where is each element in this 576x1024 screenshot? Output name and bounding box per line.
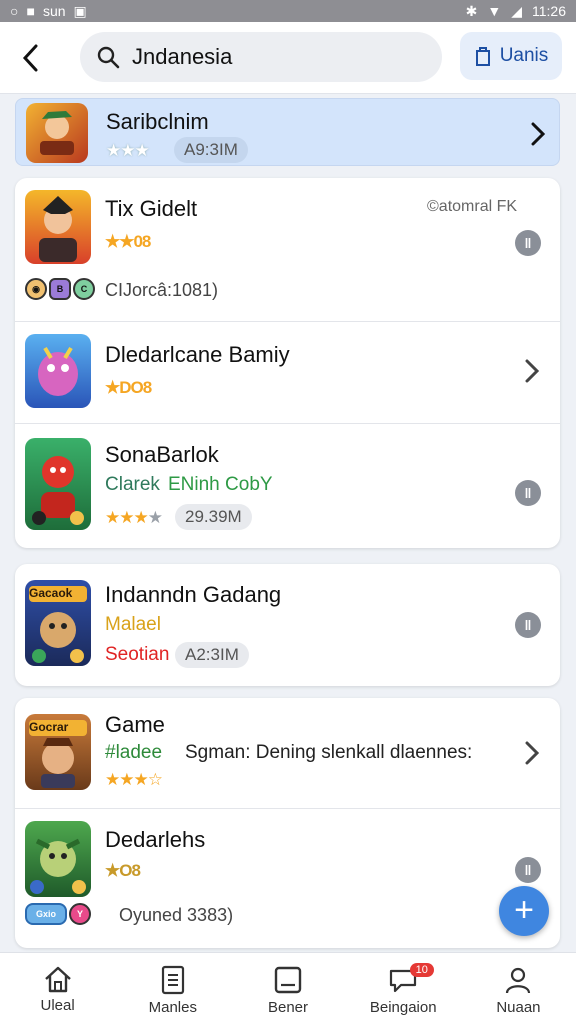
nav-label: Bener (267, 999, 309, 1016)
app-title: Dledarlcane Bamiy (105, 342, 290, 367)
add-button[interactable]: + (499, 886, 549, 936)
app-title: SonaBarlok (105, 442, 219, 467)
back-button[interactable] (0, 22, 62, 94)
app-title: Indanndn Gadang (105, 582, 282, 607)
app-icon (25, 438, 91, 530)
list-item[interactable]: SonaBarlok Clarek ENinh CobY ★★★★ 29.39M… (15, 423, 560, 548)
nav-item-beingaion[interactable]: 10 Beingaion (346, 953, 461, 1024)
chevron-right-icon[interactable] (520, 356, 544, 386)
app-card: Tix Gidelt ©atomral FK ★★08 ‖ ◉ B C CIJo… (15, 178, 560, 548)
list-item[interactable]: Tix Gidelt ©atomral FK ★★08 ‖ ◉ B C CIJo… (15, 178, 560, 321)
app-rating: ★DO8 (105, 378, 152, 397)
info-icon[interactable]: ‖ (515, 857, 541, 883)
back-arrow-icon (22, 44, 38, 71)
nav-label: Nuaan (496, 999, 541, 1016)
tablet-icon (274, 966, 302, 994)
user-icon (506, 967, 531, 994)
nav-item-home[interactable]: Uleal (0, 953, 115, 1024)
nav-label: Manles (148, 999, 197, 1016)
app-card: Gacaok Indanndn Gadang Malael Seotian A2… (15, 564, 560, 686)
app-rating: ★★★☆ (105, 770, 163, 789)
icon-label: Gacaok (29, 586, 73, 600)
clock: 11:26 (532, 3, 566, 19)
app-title: Tix Gidelt (105, 196, 198, 221)
app-subtitle-text: Sgman: Dening slenkall dlaennes: (185, 742, 473, 763)
app-card: Gocrar Game #ladee Sgman: Dening slenkal… (15, 698, 560, 948)
app-subtitle-right: ENinh CobY (168, 474, 273, 495)
nav-label: Beingaion (369, 999, 437, 1016)
status-bar: ○ ■ sun ▣ ✱ ▼ ◢ 11:26 (0, 0, 576, 22)
bluetooth-icon: ✱ (465, 2, 478, 19)
featured-size: A9:3IM (174, 137, 248, 163)
app-rating: ★★08 (105, 232, 151, 251)
badge-icon: Gxio (25, 903, 67, 925)
info-icon[interactable]: ‖ (515, 612, 541, 638)
app-subtitle-left: Clarek (105, 474, 160, 495)
app-size: 29.39M (175, 504, 252, 530)
bottom-nav: Uleal Manles Bener 10 Beingaion Nuaan (0, 952, 576, 1024)
chevron-right-icon[interactable] (526, 119, 550, 149)
search-bar[interactable] (80, 32, 442, 82)
featured-title: Saribclnim (106, 109, 209, 134)
info-icon[interactable]: ‖ (515, 230, 541, 256)
icon-label: Gocrar (29, 720, 69, 734)
app-icon: Gocrar (25, 714, 91, 790)
app-meta: Oyuned 3383) (119, 905, 234, 925)
app-subtitle-hash: #ladee (105, 742, 163, 763)
document-icon (161, 965, 184, 995)
nav-label: Uleal (40, 997, 75, 1014)
badge-group: Gxio Y (25, 903, 91, 925)
app-size: A2:3IM (175, 642, 249, 668)
app-meta: CIJorcâ:1081) (105, 280, 219, 300)
nav-item-nuaan[interactable]: Nuaan (461, 953, 576, 1024)
wifi-icon: ▼ (487, 3, 502, 19)
search-icon (97, 46, 120, 69)
badge-icon: C (73, 278, 95, 300)
app-rating: ★★★★ (105, 508, 163, 527)
plus-icon: + (514, 891, 534, 929)
status-left-text: sun (42, 3, 66, 19)
app-icon (25, 190, 91, 264)
app-source: ©atomral FK (427, 198, 518, 215)
signal-icon: ◢ (511, 2, 522, 19)
featured-app-icon (26, 103, 88, 163)
app-icon (25, 334, 91, 408)
badge-icon: Y (69, 903, 91, 925)
featured-rating: ★★★ (106, 141, 150, 160)
notification-icon: ■ (26, 3, 35, 19)
top-bar: Uanis (0, 22, 576, 94)
app-title: Dedarlehs (105, 827, 206, 852)
app-tag: Seotian (105, 644, 170, 665)
badge-icon: B (49, 278, 71, 300)
header-action-label: Uanis (499, 45, 549, 66)
app-icon: ▣ (73, 2, 87, 19)
header-action-button[interactable]: Uanis (460, 32, 562, 80)
app-subtitle: Malael (105, 614, 161, 635)
home-icon (44, 966, 71, 993)
app-icon: Gacaok (25, 580, 91, 666)
app-title: Game (105, 712, 165, 737)
search-input[interactable] (132, 44, 422, 70)
featured-item[interactable]: Saribclnim ★★★ A9:3IM (15, 98, 560, 166)
list-item[interactable]: Dledarlcane Bamiy ★DO8 (15, 321, 560, 423)
bag-icon (475, 47, 490, 66)
badge-icon: ◉ (25, 278, 47, 300)
circle-icon: ○ (10, 3, 19, 19)
list-item[interactable]: Gocrar Game #ladee Sgman: Dening slenkal… (15, 698, 560, 808)
nav-item-bener[interactable]: Bener (230, 953, 345, 1024)
list-item[interactable]: Gacaok Indanndn Gadang Malael Seotian A2… (15, 564, 560, 686)
app-rating: ★O8 (105, 861, 141, 880)
nav-item-manles[interactable]: Manles (115, 953, 230, 1024)
app-icon (25, 821, 91, 897)
chevron-right-icon[interactable] (520, 738, 544, 768)
badge-group: ◉ B C (25, 278, 95, 300)
notification-badge: 10 (409, 963, 434, 977)
info-icon[interactable]: ‖ (515, 480, 541, 506)
list-item[interactable]: Dedarlehs ★O8 ‖ Gxio Y Oyuned 3383) (15, 808, 560, 948)
